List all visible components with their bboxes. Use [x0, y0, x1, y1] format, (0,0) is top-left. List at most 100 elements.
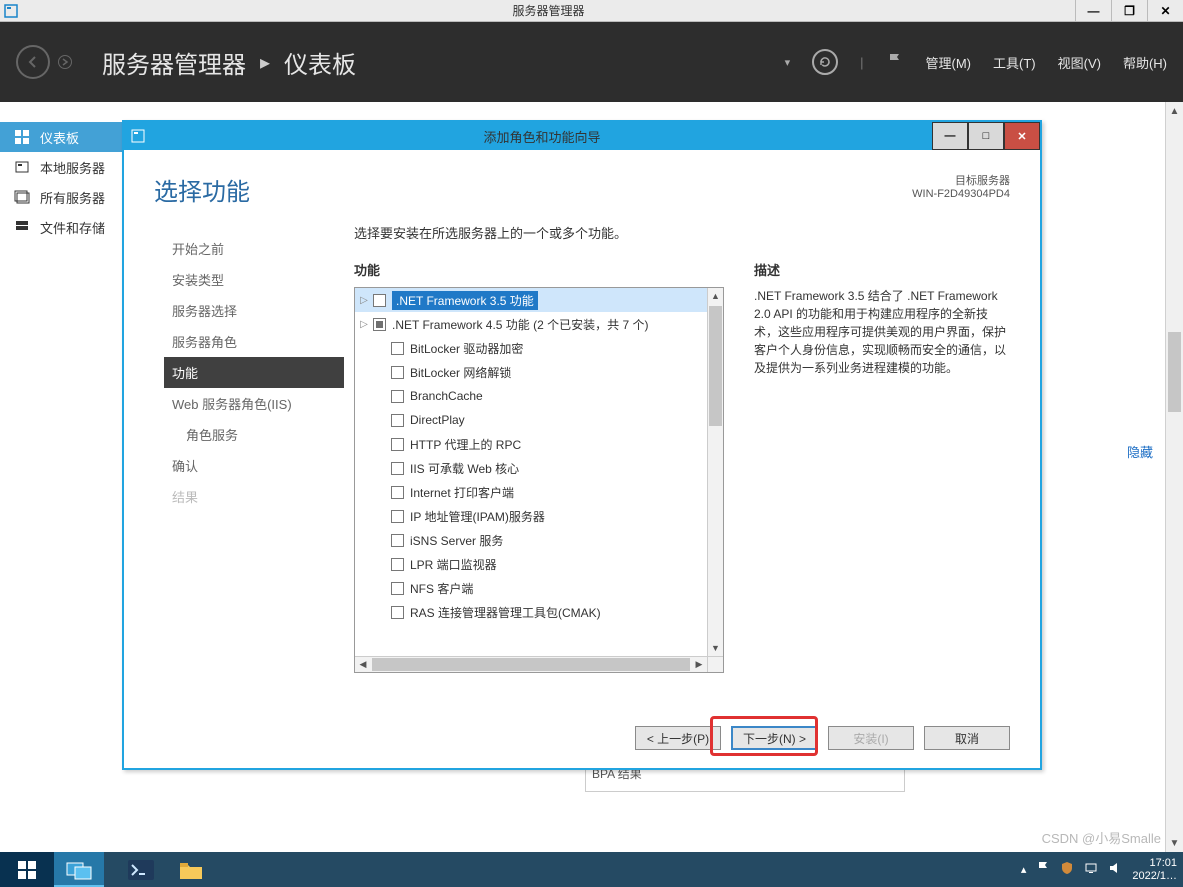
nav-forward-button[interactable] [58, 55, 72, 69]
feature-checkbox[interactable] [391, 510, 404, 523]
scroll-thumb[interactable] [372, 658, 690, 671]
dialog-maximize-button[interactable]: □ [968, 122, 1004, 150]
feature-checkbox[interactable] [391, 366, 404, 379]
taskbar-clock[interactable]: 17:01 2022/1… [1132, 857, 1177, 881]
wizard-step[interactable]: 开始之前 [164, 233, 344, 264]
feature-label: NFS 客户端 [410, 580, 473, 597]
main-vertical-scrollbar[interactable]: ▲ ▼ [1165, 102, 1183, 852]
features-column-header: 功能 [354, 260, 724, 279]
refresh-button[interactable] [812, 49, 838, 75]
feature-checkbox[interactable] [391, 462, 404, 475]
expand-caret-icon[interactable]: ▷ [355, 319, 373, 330]
feature-checkbox[interactable] [391, 390, 404, 403]
next-button[interactable]: 下一步(N) > [731, 726, 818, 750]
feature-item[interactable]: LPR 端口监视器 [355, 552, 707, 576]
sidebar-item-label: 所有服务器 [40, 188, 105, 207]
feature-checkbox[interactable] [391, 342, 404, 355]
menu-help[interactable]: 帮助(H) [1123, 53, 1167, 72]
feature-item[interactable]: BranchCache [355, 384, 707, 408]
target-server-label: 目标服务器 [912, 172, 1010, 188]
window-maximize-button[interactable]: ❐ [1111, 0, 1147, 22]
taskbar-powershell[interactable] [116, 852, 166, 887]
dialog-titlebar[interactable]: 添加角色和功能向导 — □ ✕ [124, 122, 1040, 150]
system-tray[interactable]: ▴ 17:01 2022/1… [1015, 857, 1183, 881]
feature-label: iSNS Server 服务 [410, 532, 503, 549]
wizard-step[interactable]: 确认 [164, 450, 344, 481]
tray-up-icon[interactable]: ▴ [1021, 863, 1027, 876]
wizard-step[interactable]: 服务器角色 [164, 326, 344, 357]
scroll-up-icon[interactable]: ▲ [708, 288, 723, 304]
feature-label: .NET Framework 4.5 功能 (2 个已安装，共 7 个) [392, 316, 648, 333]
menu-view[interactable]: 视图(V) [1058, 53, 1101, 72]
scroll-left-icon[interactable]: ◀ [355, 657, 371, 672]
wizard-step[interactable]: 安装类型 [164, 264, 344, 295]
wizard-step: 结果 [164, 481, 344, 512]
dialog-title: 添加角色和功能向导 [152, 127, 932, 146]
notifications-flag-icon[interactable] [886, 52, 904, 73]
feature-checkbox[interactable] [391, 558, 404, 571]
feature-item[interactable]: Internet 打印客户端 [355, 480, 707, 504]
feature-label: IP 地址管理(IPAM)服务器 [410, 508, 545, 525]
wizard-step[interactable]: 功能 [164, 357, 344, 388]
start-button[interactable] [0, 852, 54, 887]
taskbar-explorer[interactable] [166, 852, 216, 887]
target-server-name: WIN-F2D49304PD4 [912, 188, 1010, 200]
tray-volume-icon[interactable] [1108, 861, 1122, 878]
dialog-close-button[interactable]: ✕ [1004, 122, 1040, 150]
taskbar[interactable]: ▴ 17:01 2022/1… [0, 852, 1183, 887]
features-horizontal-scrollbar[interactable]: ◀ ▶ [355, 656, 707, 672]
feature-label: Internet 打印客户端 [410, 484, 514, 501]
window-minimize-button[interactable]: — [1075, 0, 1111, 22]
feature-checkbox[interactable] [391, 438, 404, 451]
wizard-steps: 开始之前安装类型服务器选择服务器角色功能Web 服务器角色(IIS)角色服务确认… [164, 213, 344, 673]
expand-caret-icon[interactable]: ▷ [355, 295, 373, 306]
sidebar-item-label: 本地服务器 [40, 158, 105, 177]
sidebar-item-label: 文件和存储 [40, 218, 105, 237]
feature-item[interactable]: BitLocker 网络解锁 [355, 360, 707, 384]
feature-checkbox[interactable] [391, 582, 404, 595]
scroll-down-icon[interactable]: ▼ [708, 640, 723, 656]
feature-checkbox[interactable] [391, 534, 404, 547]
window-close-button[interactable]: ✕ [1147, 0, 1183, 22]
feature-checkbox[interactable] [391, 414, 404, 427]
feature-item[interactable]: NFS 客户端 [355, 576, 707, 600]
dialog-minimize-button[interactable]: — [932, 122, 968, 150]
feature-checkbox[interactable] [391, 486, 404, 499]
nav-back-button[interactable] [16, 45, 50, 79]
feature-item[interactable]: IP 地址管理(IPAM)服务器 [355, 504, 707, 528]
scroll-down-icon[interactable]: ▼ [1166, 834, 1183, 852]
feature-item[interactable]: HTTP 代理上的 RPC [355, 432, 707, 456]
feature-checkbox[interactable] [373, 294, 386, 307]
cancel-button[interactable]: 取消 [924, 726, 1010, 750]
taskbar-server-manager[interactable] [54, 852, 104, 887]
scroll-thumb[interactable] [1168, 332, 1181, 412]
feature-item[interactable]: RAS 连接管理器管理工具包(CMAK) [355, 600, 707, 624]
hide-link[interactable]: 隐藏 [1127, 442, 1153, 461]
clock-date: 2022/1… [1132, 870, 1177, 882]
feature-item[interactable]: IIS 可承载 Web 核心 [355, 456, 707, 480]
feature-checkbox[interactable] [373, 318, 386, 331]
feature-item[interactable]: BitLocker 驱动器加密 [355, 336, 707, 360]
wizard-step[interactable]: Web 服务器角色(IIS) [164, 388, 344, 419]
feature-item[interactable]: DirectPlay [355, 408, 707, 432]
scroll-up-icon[interactable]: ▲ [1166, 102, 1183, 120]
menu-manage[interactable]: 管理(M) [926, 53, 972, 72]
tray-network-icon[interactable] [1084, 861, 1098, 878]
scroll-thumb[interactable] [709, 306, 722, 426]
prev-button[interactable]: < 上一步(P) [635, 726, 721, 750]
feature-item[interactable]: ▷ .NET Framework 4.5 功能 (2 个已安装，共 7 个) [355, 312, 707, 336]
wizard-step[interactable]: 角色服务 [164, 419, 344, 450]
feature-item[interactable]: ▷.NET Framework 3.5 功能 [355, 288, 707, 312]
sidebar-item-label: 仪表板 [40, 128, 79, 147]
app-title: 服务器管理器 [22, 2, 1075, 19]
wizard-step[interactable]: 服务器选择 [164, 295, 344, 326]
feature-checkbox[interactable] [391, 606, 404, 619]
features-vertical-scrollbar[interactable]: ▲ ▼ [707, 288, 723, 656]
menu-tools[interactable]: 工具(T) [993, 53, 1036, 72]
tray-flag-icon[interactable] [1036, 861, 1050, 878]
scroll-right-icon[interactable]: ▶ [691, 657, 707, 672]
dropdown-caret-icon[interactable]: ▾ [785, 56, 791, 69]
features-listbox[interactable]: ▷.NET Framework 3.5 功能▷.NET Framework 4.… [354, 287, 724, 673]
tray-shield-icon[interactable] [1060, 861, 1074, 878]
feature-item[interactable]: iSNS Server 服务 [355, 528, 707, 552]
